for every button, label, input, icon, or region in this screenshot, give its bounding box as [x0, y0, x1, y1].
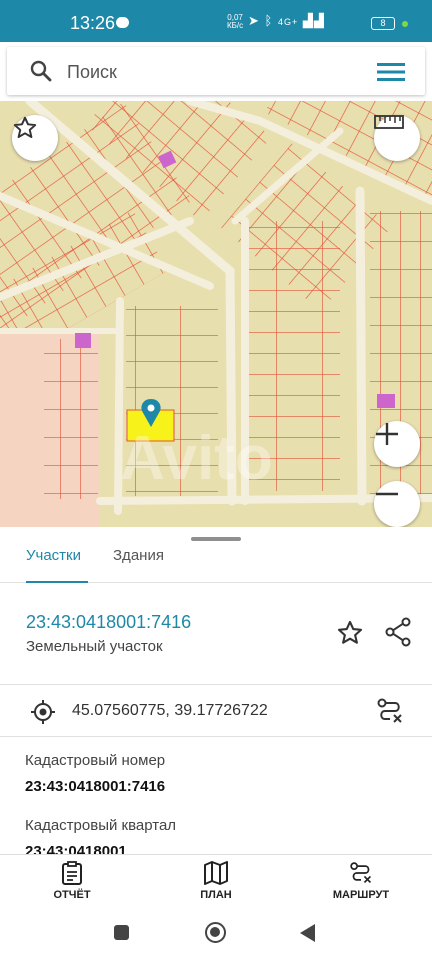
- coordinates-row: 45.07560775, 39.17726722: [0, 685, 432, 737]
- gps-target-icon: [31, 700, 55, 724]
- battery-icon: 8: [371, 17, 395, 30]
- bottom-action-bar: ОТЧЁТ ПЛАН МАРШРУТ: [0, 854, 432, 912]
- route-button[interactable]: МАРШРУТ: [326, 861, 396, 901]
- recent-apps-icon[interactable]: [114, 925, 129, 940]
- hamburger-menu-icon[interactable]: [377, 61, 405, 83]
- building: [377, 394, 395, 408]
- plus-icon: [376, 423, 398, 445]
- route-icon: [350, 862, 372, 884]
- clipboard-icon: [62, 861, 82, 885]
- network-speed: 0,07 КБ/с: [227, 14, 243, 30]
- report-label: ОТЧЁТ: [53, 889, 91, 901]
- sheet-drag-handle[interactable]: [191, 537, 241, 541]
- map-icon: [204, 861, 228, 885]
- zoom-out-button[interactable]: [374, 481, 420, 527]
- tab-plots[interactable]: Участки: [26, 547, 88, 583]
- measure-button[interactable]: [374, 115, 420, 161]
- charging-dot-icon: [402, 21, 408, 27]
- ruler-icon: [374, 115, 404, 129]
- cadastral-map[interactable]: Avito: [0, 101, 432, 527]
- plan-label: ПЛАН: [200, 889, 232, 901]
- building: [75, 333, 91, 348]
- map-canvas[interactable]: Avito: [0, 101, 432, 527]
- network-speed-unit: КБ/с: [227, 21, 244, 30]
- bluetooth-icon: ᛒ: [264, 13, 274, 28]
- cadastral-number-value: 23:43:0418001:7416: [25, 778, 166, 795]
- search-bar[interactable]: Поиск: [7, 47, 425, 95]
- status-time: 13:26: [70, 13, 116, 33]
- system-nav-bar: [0, 912, 432, 960]
- status-bar: 13:26 0,07 КБ/с ➤ ᛒ 4G+ ▟▟ 8: [0, 0, 432, 42]
- back-icon[interactable]: [300, 924, 315, 942]
- cadastral-quarter-label: Кадастровый квартал: [25, 817, 177, 834]
- favorite-button[interactable]: [12, 115, 58, 161]
- cadastral-number-label: Кадастровый номер: [25, 752, 166, 769]
- search-icon[interactable]: [29, 59, 53, 83]
- tab-buildings[interactable]: Здания: [113, 547, 164, 583]
- star-icon: [13, 116, 37, 138]
- coordinates-value[interactable]: 45.07560775, 39.17726722: [72, 702, 268, 720]
- map-watermark: Avito: [120, 424, 273, 493]
- block-left-strips: [44, 339, 98, 499]
- plan-button[interactable]: ПЛАН: [192, 861, 240, 901]
- route-icon[interactable]: [376, 697, 404, 725]
- search-input[interactable]: Поиск: [67, 62, 117, 83]
- route-label: МАРШРУТ: [332, 889, 390, 901]
- status-icons: ➤ ᛒ 4G+ ▟▟: [248, 13, 325, 29]
- plot-header: 23:43:0418001:7416 Земельный участок: [0, 583, 432, 685]
- cadastral-number-link[interactable]: 23:43:0418001:7416: [26, 612, 191, 633]
- location-arrow-icon: ➤: [248, 13, 260, 28]
- zoom-in-button[interactable]: [374, 421, 420, 467]
- share-icon[interactable]: [384, 617, 412, 647]
- signal-icon: ▟▟: [302, 13, 325, 28]
- network-type: 4G+: [277, 17, 299, 27]
- plot-type: Земельный участок: [26, 638, 163, 655]
- plot-info-sheet: Участки Здания 23:43:0418001:7416 Земель…: [0, 527, 432, 860]
- report-button[interactable]: ОТЧЁТ: [48, 861, 96, 901]
- message-notification-icon: [116, 17, 129, 28]
- star-icon[interactable]: [336, 619, 364, 647]
- home-icon[interactable]: [205, 922, 226, 943]
- minus-icon: [376, 492, 398, 496]
- tab-bar: Участки Здания: [0, 545, 432, 583]
